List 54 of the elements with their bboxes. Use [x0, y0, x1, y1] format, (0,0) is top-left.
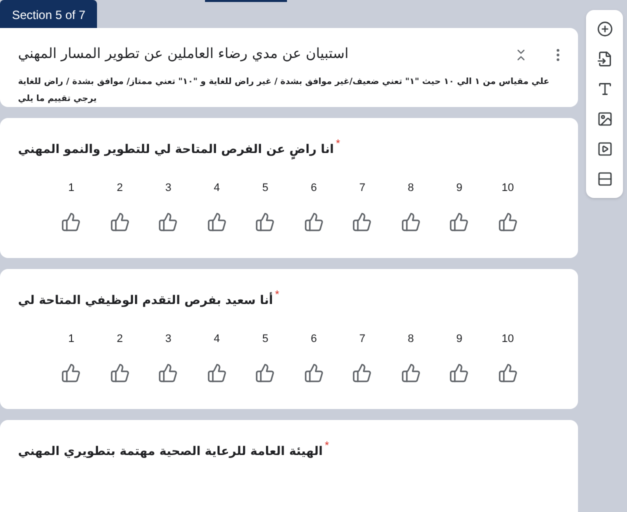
thumbs-up-icon[interactable] [302, 362, 325, 384]
thumbs-up-icon[interactable] [108, 210, 131, 232]
thumbs-up-icon[interactable] [108, 362, 131, 384]
scale-number: 6 [310, 332, 317, 347]
import-icon[interactable] [596, 50, 614, 68]
scale-number: 1 [68, 181, 74, 196]
video-icon[interactable] [596, 140, 614, 158]
thumbs-up-icon[interactable] [400, 210, 422, 232]
scale-number: 3 [165, 181, 172, 196]
required-asterisk: * [275, 288, 280, 303]
section-icon[interactable] [596, 170, 614, 188]
question-title: أنا سعيد بفرص التقدم الوظيفي المتاحة لي [18, 291, 273, 309]
scale-number: 5 [262, 181, 268, 196]
scale-number: 2 [116, 181, 123, 196]
thumbs-up-icon[interactable] [448, 210, 470, 232]
question-title: انا راضٍ عن الفرص المتاحة لي للتطوير والنمو المهني [18, 140, 334, 158]
scale-number: 7 [359, 332, 366, 347]
scale-number: 3 [165, 332, 172, 347]
thumbs-up-icon[interactable] [496, 210, 519, 232]
thumbs-up-icon[interactable] [206, 210, 228, 232]
description-line: علي مقياس من ١ الي ١٠ حيث "١" تعني ضعيف/غير موافق بشدة / غير راض للغاية و "١٠" تعني ممتاز/ موافق بشدة / راض للغاية [18, 76, 550, 89]
scale-number: 10 [502, 181, 514, 196]
thumbs-up-icon[interactable] [254, 362, 276, 384]
scale-number: 8 [408, 181, 414, 196]
scale-number: 5 [262, 332, 268, 347]
scale-number: 2 [116, 332, 123, 347]
thumbs-up-icon[interactable] [400, 362, 422, 384]
thumbs-up-icon[interactable] [302, 210, 325, 232]
thumbs-up-icon[interactable] [448, 362, 470, 384]
thumbs-up-icon[interactable] [351, 362, 374, 384]
thumbs-up-icon[interactable] [157, 362, 180, 384]
scale-number: 8 [408, 332, 414, 347]
thumbs-up-icon[interactable] [496, 362, 519, 384]
form-title: استبيان عن مدي رضاء العاملين عن تطوير المسار المهني [18, 45, 349, 64]
thumbs-up-icon[interactable] [60, 210, 82, 232]
thumbs-up-icon[interactable] [157, 210, 180, 232]
scale-number: 9 [456, 181, 462, 196]
scale-number: 10 [502, 332, 514, 347]
thumbs-up-icon[interactable] [254, 210, 276, 232]
required-asterisk: * [324, 439, 329, 454]
thumbs-up-icon[interactable] [60, 362, 82, 384]
scale-number: 6 [310, 181, 317, 196]
scale-number: 7 [359, 181, 366, 196]
scale-number: 4 [214, 181, 220, 196]
question-title: الهيئة العامة للرعاية الصحية مهتمة بتطويري المهني [18, 443, 323, 460]
image-icon[interactable] [596, 110, 614, 128]
add-icon[interactable] [596, 20, 614, 38]
scale-number: 4 [214, 332, 220, 347]
required-asterisk: * [336, 137, 340, 152]
scale-number: 9 [456, 332, 462, 347]
description-line: يرجي تقييم ما يلي [18, 93, 97, 106]
thumbs-up-icon[interactable] [206, 362, 228, 384]
scale-number: 1 [68, 332, 74, 347]
thumbs-up-icon[interactable] [351, 210, 374, 232]
